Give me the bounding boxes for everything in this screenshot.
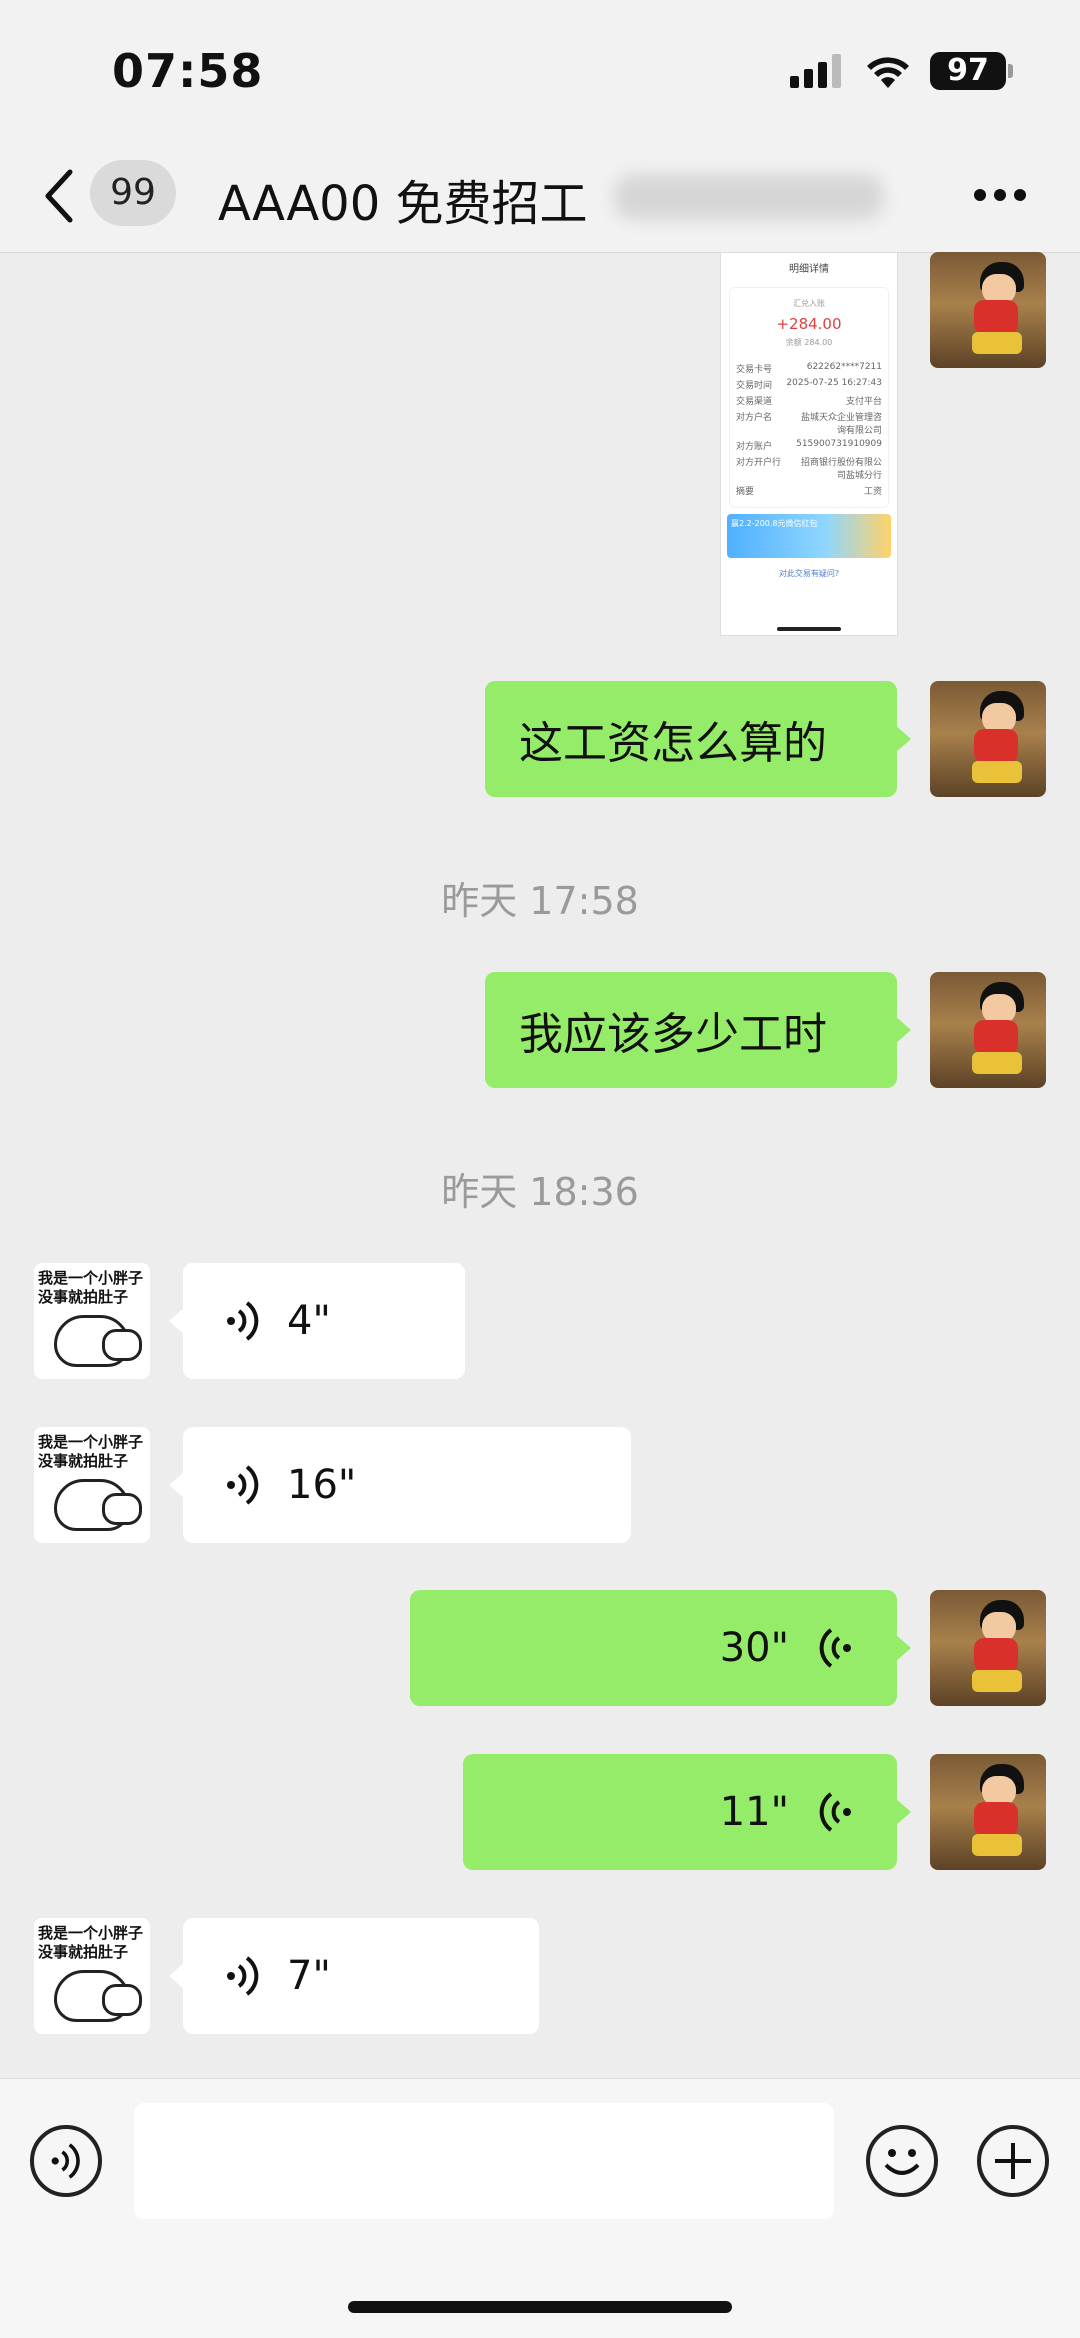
my-avatar[interactable] bbox=[930, 252, 1046, 368]
input-bar bbox=[0, 2078, 1080, 2338]
detail-row: 交易时间 2025-07-25 16:27:43 bbox=[736, 378, 882, 391]
back-chevron-icon[interactable] bbox=[40, 166, 76, 226]
more-icon[interactable] bbox=[972, 186, 1028, 204]
message-text: 这工资怎么算的 bbox=[519, 718, 827, 769]
voice-duration: 7" bbox=[287, 1953, 331, 1999]
detail-value: 515900731910909 bbox=[796, 439, 882, 449]
detail-value: 工资 bbox=[863, 487, 882, 497]
detail-row: 交易卡号 622262****7211 bbox=[736, 362, 882, 375]
emoji-button[interactable] bbox=[866, 2125, 938, 2197]
plus-button[interactable] bbox=[977, 2125, 1049, 2197]
detail-key: 对方户名 bbox=[736, 413, 773, 423]
battery-tip bbox=[1008, 64, 1013, 78]
contact-avatar[interactable]: 我是一个小胖子 没事就拍肚子 bbox=[34, 1427, 150, 1543]
detail-row: 对方开户行 招商银行股份有限公司盐城分行 bbox=[736, 455, 882, 481]
my-avatar[interactable] bbox=[930, 1590, 1046, 1706]
voice-icon bbox=[51, 2143, 80, 2179]
emoji-icon bbox=[884, 2149, 920, 2175]
message-input[interactable] bbox=[134, 2103, 834, 2219]
battery-level: 97 bbox=[930, 52, 1006, 90]
voice-duration: 30" bbox=[719, 1625, 789, 1671]
signal-icon bbox=[790, 54, 841, 88]
avatar-caption: 我是一个小胖子 没事就拍肚子 bbox=[38, 1269, 144, 1306]
voice-icon bbox=[227, 1465, 259, 1505]
status-bar: 07:58 97 bbox=[0, 0, 1080, 140]
chat-header: 99 AAA00 免费招工 bbox=[0, 140, 1080, 253]
detail-row: 交易渠道 支付平台 bbox=[736, 394, 882, 407]
wifi-icon bbox=[867, 57, 909, 88]
text-message[interactable]: 这工资怎么算的 bbox=[485, 681, 911, 797]
message-text: 我应该多少工时 bbox=[519, 1009, 827, 1060]
voice-message[interactable]: 11" bbox=[463, 1754, 911, 1870]
timestamp: 昨天 18:36 bbox=[441, 1170, 639, 1214]
voice-message[interactable]: 4" bbox=[169, 1263, 465, 1379]
balance-value: 284.00 bbox=[804, 338, 833, 347]
transaction-panel: 汇兑入账 +284.00 余额 284.00 交易卡号 622262****721… bbox=[729, 287, 889, 508]
voice-message[interactable]: 16" bbox=[169, 1427, 631, 1543]
inquiry-link: 对此交易有疑问? bbox=[778, 569, 840, 578]
voice-duration: 16" bbox=[287, 1462, 357, 1508]
plus-icon bbox=[995, 2143, 1031, 2179]
voice-input-button[interactable] bbox=[30, 2125, 102, 2197]
contact-avatar[interactable]: 我是一个小胖子 没事就拍肚子 bbox=[34, 1918, 150, 2034]
voice-message[interactable]: 30" bbox=[410, 1590, 911, 1706]
redacted-phone bbox=[614, 174, 884, 220]
image-header: 明细详情 bbox=[789, 263, 829, 275]
home-indicator bbox=[348, 2301, 732, 2313]
voice-message[interactable]: 7" bbox=[169, 1918, 539, 2034]
detail-key: 交易渠道 bbox=[736, 397, 773, 407]
detail-value: 622262****7211 bbox=[806, 362, 882, 372]
my-avatar[interactable] bbox=[930, 681, 1046, 797]
text-message[interactable]: 我应该多少工时 bbox=[485, 972, 911, 1088]
timestamp: 昨天 17:58 bbox=[441, 879, 639, 923]
status-time: 07:58 bbox=[112, 44, 264, 98]
image-message[interactable]: 明细详情 汇兑入账 +284.00 余额 284.00 交易卡号 622262**… bbox=[720, 252, 898, 636]
avatar-caption: 我是一个小胖子 没事就拍肚子 bbox=[38, 1433, 144, 1470]
detail-row: 对方户名 盐城天众企业管理咨询有限公司 bbox=[736, 410, 882, 436]
promo-banner: 赢2.2-200.8元微信红包 bbox=[727, 514, 891, 558]
detail-value: 盐城天众企业管理咨询有限公司 bbox=[800, 413, 882, 436]
detail-value: 2025-07-25 16:27:43 bbox=[786, 378, 882, 388]
detail-key: 对方账户 bbox=[736, 442, 773, 452]
transaction-amount: +284.00 bbox=[776, 315, 842, 333]
transaction-label: 汇兑入账 bbox=[793, 299, 825, 308]
home-indicator-thumb bbox=[777, 627, 841, 631]
voice-icon bbox=[227, 1301, 259, 1341]
voice-duration: 4" bbox=[287, 1298, 331, 1344]
unread-count-badge[interactable]: 99 bbox=[90, 160, 176, 226]
balance-label: 余额 bbox=[785, 338, 802, 347]
detail-value: 支付平台 bbox=[845, 397, 882, 407]
chat-title: AAA00 免费招工 bbox=[218, 176, 588, 232]
detail-value: 招商银行股份有限公司盐城分行 bbox=[800, 458, 882, 481]
my-avatar[interactable] bbox=[930, 1754, 1046, 1870]
voice-icon bbox=[819, 1628, 851, 1668]
detail-key: 对方开户行 bbox=[736, 458, 782, 468]
balance-row: 余额 284.00 bbox=[736, 337, 882, 348]
detail-row: 对方账户 515900731910909 bbox=[736, 439, 882, 452]
contact-avatar[interactable]: 我是一个小胖子 没事就拍肚子 bbox=[34, 1263, 150, 1379]
detail-key: 交易卡号 bbox=[736, 365, 773, 375]
voice-icon bbox=[819, 1792, 851, 1832]
voice-icon bbox=[227, 1956, 259, 1996]
detail-row: 摘要 工资 bbox=[736, 484, 882, 497]
my-avatar[interactable] bbox=[930, 972, 1046, 1088]
detail-key: 交易时间 bbox=[736, 381, 773, 391]
detail-key: 摘要 bbox=[736, 487, 755, 497]
voice-duration: 11" bbox=[719, 1789, 789, 1835]
avatar-caption: 我是一个小胖子 没事就拍肚子 bbox=[38, 1924, 144, 1961]
